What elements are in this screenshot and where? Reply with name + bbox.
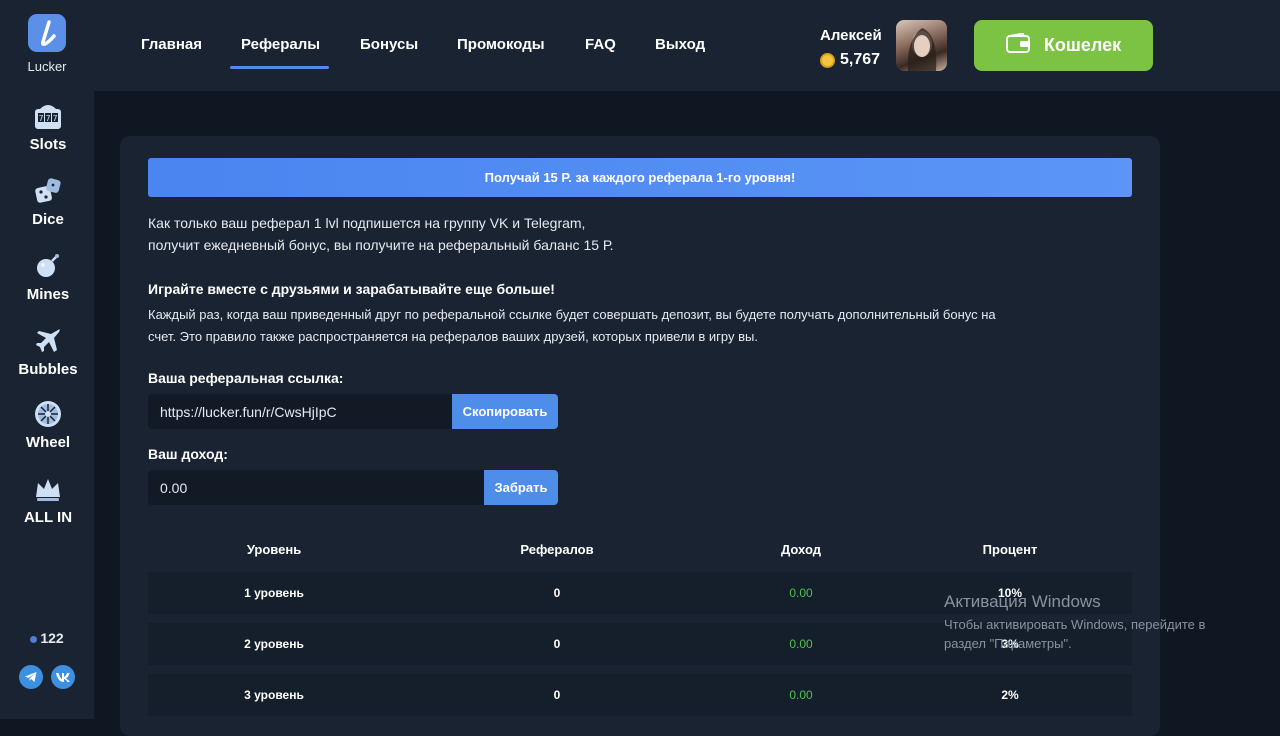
wallet-label: Кошелек xyxy=(1043,35,1122,55)
sidebar-item-all-in[interactable]: ALL IN xyxy=(0,473,96,526)
watermark-line-2: раздел "Параметры". xyxy=(944,636,1072,651)
logo-text: Lucker xyxy=(27,59,67,74)
watermark-title: Активация Windows xyxy=(944,592,1101,611)
column-header-level: Уровень xyxy=(246,542,302,557)
online-dot-icon xyxy=(30,635,38,643)
referral-banner: Получай 15 Р. за каждого реферала 1-го у… xyxy=(148,158,1132,197)
slot-machine-icon: 7 7 7 xyxy=(32,100,64,132)
section-heading: Играйте вместе с друзьями и зарабатывайт… xyxy=(148,281,555,297)
intro-line-1: Как только ваш реферал 1 lvl подпишется … xyxy=(148,215,586,231)
watermark-line-1: Чтобы активировать Windows, перейдите в xyxy=(944,617,1206,632)
income-field: 0.00 xyxy=(148,470,484,505)
user-balance: 5,767 xyxy=(820,51,880,69)
cell-income: 0.00 xyxy=(789,637,813,651)
wheel-icon xyxy=(32,398,64,430)
wallet-icon xyxy=(1005,32,1030,58)
plane-icon xyxy=(32,325,64,357)
online-counter: 122 xyxy=(0,630,94,646)
sidebar-item-label: Wheel xyxy=(25,434,71,451)
description-line-1: Каждый раз, когда ваш приведенный друг п… xyxy=(148,307,996,322)
crown-icon xyxy=(32,473,64,505)
online-count: 122 xyxy=(40,630,64,646)
sidebar-item-label: Dice xyxy=(32,211,64,228)
menu-item-home[interactable]: Главная xyxy=(141,36,202,53)
sidebar-item-dice[interactable]: Dice xyxy=(0,175,96,228)
column-header-income: Доход xyxy=(781,542,821,557)
svg-text:7: 7 xyxy=(45,114,50,123)
sidebar-item-wheel[interactable]: Wheel xyxy=(0,398,96,451)
cell-income: 0.00 xyxy=(789,688,813,702)
sidebar-item-slots[interactable]: 7 7 7 Slots xyxy=(0,100,96,153)
menu-item-bonuses[interactable]: Бонусы xyxy=(360,36,418,53)
cell-referrals: 0 xyxy=(553,688,561,702)
cell-income: 0.00 xyxy=(789,586,813,600)
user-name: Алексей xyxy=(820,27,882,44)
sidebar: Lucker 7 7 7 Slots Dice Mines Bubbles Wh… xyxy=(0,0,94,719)
cell-referrals: 0 xyxy=(553,586,561,600)
cell-level: 2 уровень xyxy=(244,637,304,651)
windows-activation-watermark: Активация Windows Чтобы активировать Win… xyxy=(944,592,1205,653)
cell-percent: 2% xyxy=(1001,688,1019,702)
sidebar-item-bubbles[interactable]: Bubbles xyxy=(0,325,96,378)
cell-level: 1 уровень xyxy=(244,586,304,600)
sidebar-item-label: Slots xyxy=(29,136,67,153)
referral-link-label: Ваша реферальная ссылка: xyxy=(148,370,344,386)
description-text: Каждый раз, когда ваш приведенный друг п… xyxy=(148,304,1128,348)
menu-item-promocodes[interactable]: Промокоды xyxy=(457,36,545,53)
coin-icon xyxy=(820,52,835,68)
intro-text: Как только ваш реферал 1 lvl подпишется … xyxy=(148,212,614,256)
referral-link-field[interactable]: https://lucker.fun/r/CwsHjIpC xyxy=(148,394,452,429)
vk-icon[interactable] xyxy=(51,665,75,689)
sidebar-item-label: Mines xyxy=(26,286,70,303)
copy-button[interactable]: Скопировать xyxy=(452,394,558,429)
menu-item-faq[interactable]: FAQ xyxy=(585,36,616,53)
intro-line-2: получит ежедневный бонус, вы получите на… xyxy=(148,237,614,253)
table-row: 3 уровень 0 0.00 2% xyxy=(148,674,1132,716)
income-label: Ваш доход: xyxy=(148,446,228,462)
sidebar-item-label: Bubbles xyxy=(18,361,78,378)
dice-icon xyxy=(32,175,64,207)
wallet-button[interactable]: Кошелек xyxy=(974,20,1153,71)
svg-text:7: 7 xyxy=(52,114,57,123)
menu-item-logout[interactable]: Выход xyxy=(655,36,705,53)
telegram-icon[interactable] xyxy=(19,665,43,689)
bomb-icon xyxy=(32,250,64,282)
sidebar-item-label: ALL IN xyxy=(23,509,73,526)
avatar[interactable] xyxy=(896,20,947,71)
active-tab-indicator xyxy=(230,66,329,69)
svg-text:7: 7 xyxy=(38,114,43,123)
column-header-percent: Процент xyxy=(982,542,1038,557)
balance-value: 5,767 xyxy=(840,51,881,68)
cell-level: 3 уровень xyxy=(244,688,304,702)
claim-button[interactable]: Забрать xyxy=(484,470,558,505)
column-header-referrals: Рефералов xyxy=(520,542,594,557)
menu-item-referrals[interactable]: Рефералы xyxy=(241,36,320,53)
sidebar-item-mines[interactable]: Mines xyxy=(0,250,96,303)
logo-icon[interactable] xyxy=(28,14,66,52)
cell-referrals: 0 xyxy=(553,637,561,651)
description-line-2: счет. Это правило также распространяется… xyxy=(148,329,758,344)
